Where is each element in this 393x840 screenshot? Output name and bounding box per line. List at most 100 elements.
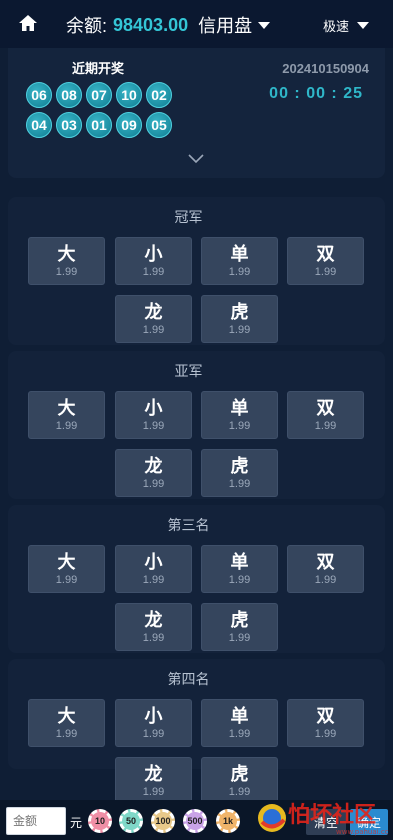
chip-button[interactable]: 100	[151, 809, 175, 833]
option-label: 龙	[144, 302, 163, 322]
option-label: 双	[316, 706, 335, 726]
option-label: 小	[144, 552, 163, 572]
speed-label: 极速	[322, 19, 349, 34]
option-odds: 1.99	[142, 728, 165, 740]
option-odds: 1.99	[314, 420, 337, 432]
chevron-down-icon	[258, 21, 271, 29]
option-label: 虎	[230, 456, 249, 476]
chevron-down-icon	[357, 22, 369, 29]
bet-option-button[interactable]: 虎 1.99	[201, 449, 278, 497]
draw-ball: 05	[146, 112, 172, 138]
bet-option-button[interactable]: 双 1.99	[287, 391, 364, 439]
bet-option-button[interactable]: 双 1.99	[287, 237, 364, 285]
svg-text:怕坏社区: 怕坏社区	[288, 802, 376, 828]
option-label: 龙	[144, 764, 163, 784]
balance-label: 余额:	[66, 16, 108, 36]
option-odds: 1.99	[228, 478, 251, 490]
watermark-logo: 怕坏社区 www.pahuai.cc	[258, 802, 389, 836]
option-odds: 1.99	[314, 266, 337, 278]
chip-button[interactable]: 10	[88, 809, 112, 833]
option-odds: 1.99	[142, 786, 165, 798]
issue-number: 202410150904	[282, 61, 369, 76]
bet-option-button[interactable]: 小 1.99	[115, 237, 192, 285]
option-odds: 1.99	[314, 574, 337, 586]
home-icon[interactable]	[18, 14, 38, 32]
option-odds: 1.99	[142, 266, 165, 278]
option-label: 双	[316, 552, 335, 572]
mode-label: 信用盘	[198, 16, 253, 36]
option-label: 大	[57, 552, 76, 572]
bet-option-button[interactable]: 龙 1.99	[115, 757, 192, 805]
chip-button[interactable]: 1k	[216, 809, 240, 833]
option-odds: 1.99	[228, 324, 251, 336]
option-odds: 1.99	[142, 574, 165, 586]
bet-option-button[interactable]: 小 1.99	[115, 545, 192, 593]
bet-option-button[interactable]: 单 1.99	[201, 391, 278, 439]
recent-draw-title: 近期开奖	[72, 61, 125, 76]
option-odds: 1.99	[55, 266, 78, 278]
draw-ball: 09	[116, 112, 142, 138]
option-odds: 1.99	[55, 420, 78, 432]
option-label: 双	[316, 244, 335, 264]
option-label: 小	[144, 398, 163, 418]
bet-option-button[interactable]: 单 1.99	[201, 545, 278, 593]
bet-option-button[interactable]: 大 1.99	[28, 545, 105, 593]
option-odds: 1.99	[314, 728, 337, 740]
option-odds: 1.99	[142, 324, 165, 336]
balance-display: 余额: 98403.00 信用盘	[66, 12, 271, 38]
option-odds: 1.99	[228, 786, 251, 798]
bet-option-button[interactable]: 双 1.99	[287, 545, 364, 593]
speed-selector[interactable]: 极速	[323, 16, 369, 35]
bet-option-button[interactable]: 小 1.99	[115, 699, 192, 747]
bet-option-button[interactable]: 大 1.99	[28, 237, 105, 285]
section-title: 冠军	[174, 209, 203, 225]
top-bar: 余额: 98403.00 信用盘 极速	[0, 0, 393, 48]
draw-ball: 04	[26, 112, 52, 138]
bet-option-button[interactable]: 小 1.99	[115, 391, 192, 439]
option-label: 龙	[144, 456, 163, 476]
bet-option-button[interactable]: 龙 1.99	[115, 295, 192, 343]
option-odds: 1.99	[228, 266, 251, 278]
bet-option-button[interactable]: 单 1.99	[201, 699, 278, 747]
bet-option-button[interactable]: 大 1.99	[28, 699, 105, 747]
option-label: 大	[57, 706, 76, 726]
option-label: 单	[230, 706, 249, 726]
bet-option-button[interactable]: 双 1.99	[287, 699, 364, 747]
draw-ball: 07	[86, 82, 112, 108]
option-odds: 1.99	[228, 632, 251, 644]
bet-option-button[interactable]: 大 1.99	[28, 391, 105, 439]
option-label: 双	[316, 398, 335, 418]
option-label: 虎	[230, 764, 249, 784]
bet-option-button[interactable]: 单 1.99	[201, 237, 278, 285]
section-title: 亚军	[174, 363, 203, 379]
option-odds: 1.99	[228, 728, 251, 740]
option-label: 虎	[230, 610, 249, 630]
option-odds: 1.99	[55, 728, 78, 740]
mode-selector[interactable]: 信用盘	[198, 12, 271, 38]
option-label: 小	[144, 244, 163, 264]
option-odds: 1.99	[228, 574, 251, 586]
bet-option-button[interactable]: 龙 1.99	[115, 449, 192, 497]
draw-ball: 02	[146, 82, 172, 108]
bet-option-button[interactable]: 龙 1.99	[115, 603, 192, 651]
draw-ball: 03	[56, 112, 82, 138]
section-title: 第四名	[167, 671, 210, 687]
unit-label: 元	[70, 816, 83, 830]
option-label: 单	[230, 244, 249, 264]
expand-chevron-icon[interactable]	[188, 154, 204, 164]
amount-input[interactable]	[6, 807, 66, 835]
bet-option-button[interactable]: 虎 1.99	[201, 295, 278, 343]
svg-text:www.pahuai.cc: www.pahuai.cc	[336, 828, 389, 836]
chip-button[interactable]: 50	[119, 809, 143, 833]
draw-ball: 01	[86, 112, 112, 138]
option-odds: 1.99	[142, 478, 165, 490]
bet-option-button[interactable]: 虎 1.99	[201, 603, 278, 651]
balance-value: 98403.00	[113, 14, 189, 35]
option-label: 龙	[144, 610, 163, 630]
section-title: 第三名	[167, 517, 210, 533]
chip-button[interactable]: 500	[183, 809, 207, 833]
countdown-timer: 00 : 00 : 25	[269, 85, 363, 102]
option-label: 单	[230, 398, 249, 418]
option-odds: 1.99	[142, 420, 165, 432]
option-label: 虎	[230, 302, 249, 322]
